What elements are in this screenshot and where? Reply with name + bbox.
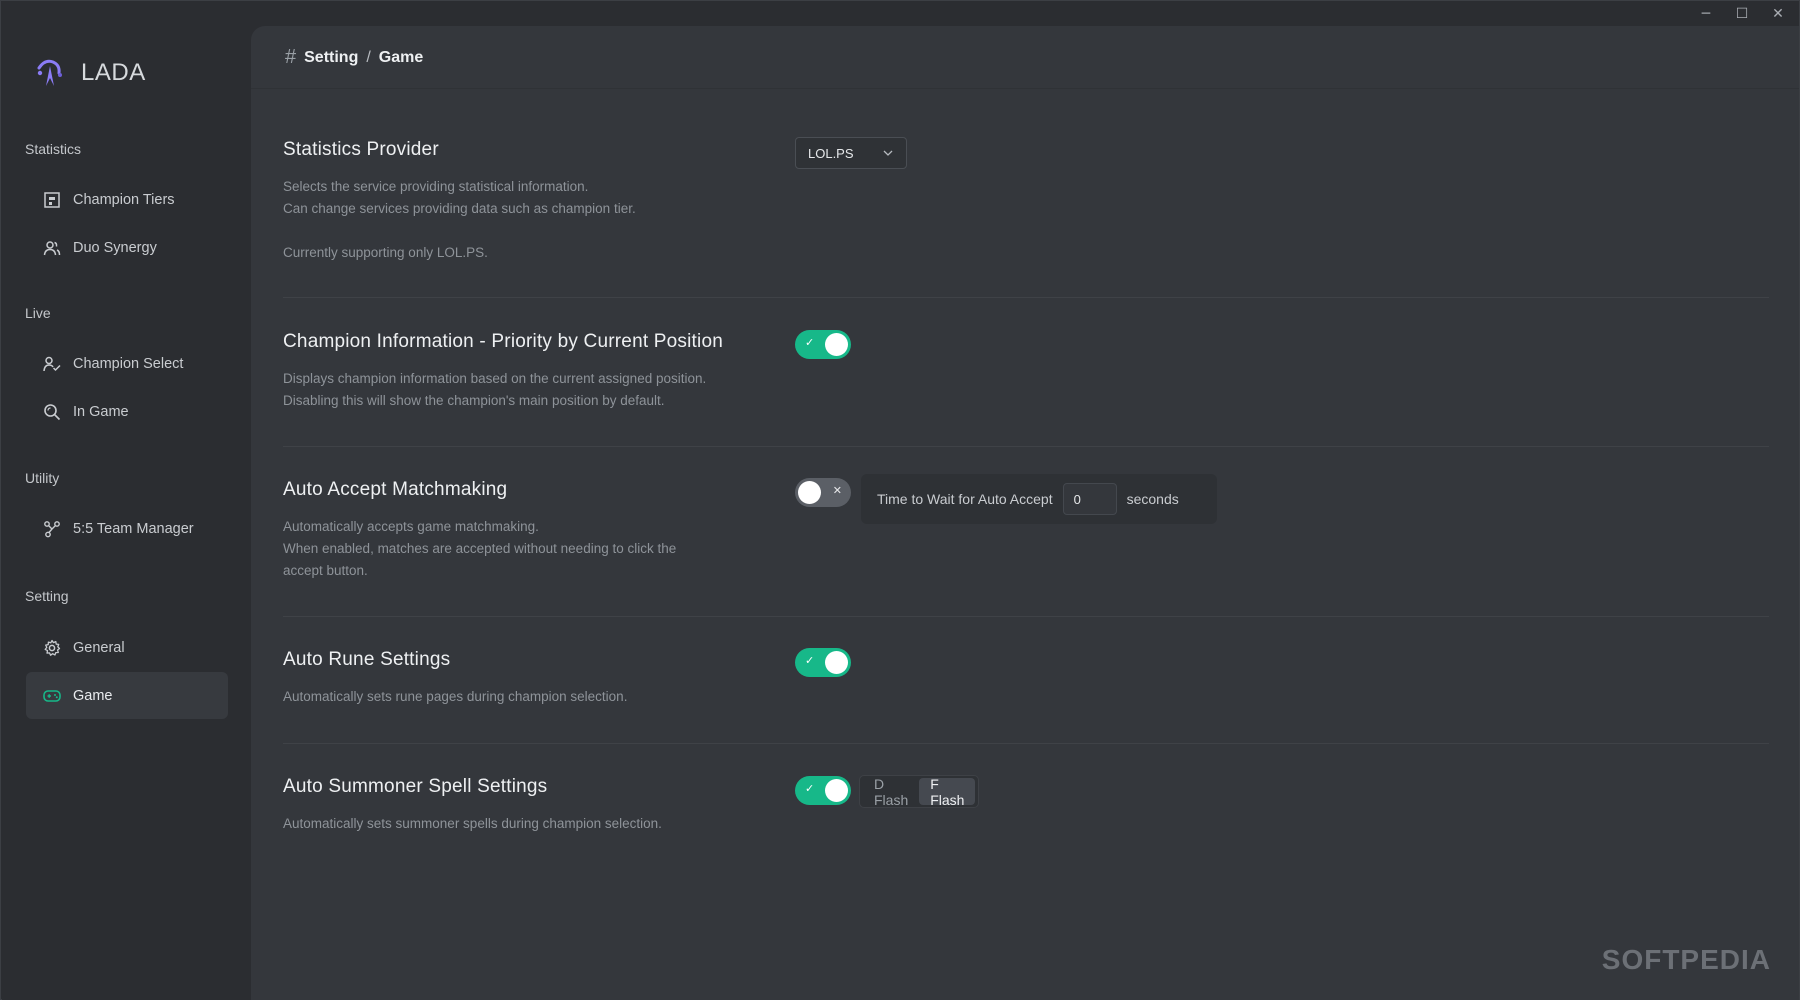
- tier-list-icon: [44, 191, 60, 208]
- setting-description: Currently supporting only LOL.PS.: [283, 245, 488, 260]
- sidebar-item-label: Duo Synergy: [73, 239, 157, 256]
- toggle-knob: [798, 481, 821, 504]
- app-name: LADA: [81, 59, 146, 86]
- section-divider: [283, 743, 1769, 744]
- app-window: ─ ☐ ✕ LADA Statistics Champion Tiers Duo…: [0, 0, 1800, 1000]
- setting-title: Auto Rune Settings: [283, 649, 451, 670]
- x-icon: ✕: [832, 484, 842, 497]
- spell-option-f-flash[interactable]: F Flash: [919, 776, 976, 808]
- sidebar-item-game[interactable]: Game: [26, 672, 228, 719]
- setting-description: accept button.: [283, 563, 368, 578]
- setting-description: When enabled, matches are accepted witho…: [283, 541, 677, 556]
- close-button[interactable]: ✕: [1763, 3, 1793, 25]
- setting-description: Automatically accepts game matchmaking.: [283, 519, 539, 534]
- check-icon: ✓: [805, 336, 815, 349]
- section-divider: [283, 616, 1769, 617]
- sidebar-item-label: Champion Tiers: [73, 191, 175, 208]
- toggle-knob: [825, 333, 848, 356]
- gamepad-icon: [43, 689, 61, 702]
- setting-title: Statistics Provider: [283, 139, 439, 160]
- header-divider: [251, 88, 1799, 89]
- setting-description: Displays champion information based on t…: [283, 371, 707, 386]
- toggle-knob: [825, 779, 848, 802]
- wait-unit: seconds: [1126, 491, 1179, 507]
- sidebar-item-champion-tiers[interactable]: Champion Tiers: [26, 176, 228, 223]
- section-label-utility: Utility: [25, 470, 60, 486]
- minimize-button[interactable]: ─: [1691, 3, 1721, 25]
- setting-title: Auto Accept Matchmaking: [283, 479, 508, 500]
- breadcrumb-current: Game: [378, 48, 424, 66]
- sidebar-item-label: Champion Select: [73, 355, 184, 372]
- section-label-statistics: Statistics: [25, 141, 82, 157]
- setting-title: Auto Summoner Spell Settings: [283, 776, 548, 797]
- auto-accept-wait-panel: Time to Wait for Auto Accept seconds: [861, 474, 1217, 524]
- lada-logo-icon: [37, 59, 62, 86]
- breadcrumb-parent[interactable]: Setting: [304, 49, 358, 67]
- toggle-knob: [825, 651, 848, 674]
- search-icon: [44, 403, 61, 420]
- maximize-button[interactable]: ☐: [1727, 3, 1757, 25]
- brand: LADA: [33, 56, 146, 90]
- users-icon: [43, 240, 61, 255]
- wait-seconds-input[interactable]: [1062, 483, 1117, 515]
- sidebar-item-in-game[interactable]: In Game: [26, 388, 228, 435]
- setting-description: Automatically sets summoner spells durin…: [283, 816, 662, 831]
- provider-select[interactable]: LOL.PS: [795, 137, 907, 169]
- auto-accept-toggle[interactable]: ✕: [795, 478, 851, 507]
- section-label-setting: Setting: [25, 588, 69, 604]
- sidebar: LADA Statistics Champion Tiers Duo Syner…: [2, 2, 251, 1000]
- check-icon: ✓: [805, 654, 815, 667]
- breadcrumb-separator: /: [366, 48, 371, 66]
- sidebar-item-general[interactable]: General: [26, 624, 228, 671]
- sidebar-item-champion-select[interactable]: Champion Select: [26, 340, 228, 387]
- auto-rune-toggle[interactable]: ✓: [795, 648, 851, 677]
- user-check-icon: [43, 356, 61, 371]
- setting-description: Can change services providing data such …: [283, 201, 636, 216]
- softpedia-watermark: SOFTPEDIA: [1601, 944, 1771, 975]
- setting-description: Selects the service providing statistica…: [283, 179, 589, 194]
- wait-label: Time to Wait for Auto Accept: [877, 491, 1053, 507]
- breadcrumb: # Setting / Game: [285, 46, 423, 69]
- sidebar-item-label: In Game: [73, 403, 129, 420]
- section-divider: [283, 446, 1769, 447]
- sidebar-item-duo-synergy[interactable]: Duo Synergy: [26, 224, 228, 271]
- section-divider: [283, 297, 1769, 298]
- sidebar-item-label: Game: [73, 687, 113, 704]
- network-icon: [44, 520, 60, 537]
- setting-description: Automatically sets rune pages during cha…: [283, 689, 628, 704]
- main-panel: # Setting / Game Statistics Provider Sel…: [251, 26, 1799, 1000]
- window-controls: ─ ☐ ✕: [1691, 3, 1793, 25]
- setting-title: Champion Information - Priority by Curre…: [283, 331, 723, 352]
- section-label-live: Live: [25, 305, 51, 321]
- sidebar-item-label: 5:5 Team Manager: [73, 520, 194, 537]
- auto-spell-toggle[interactable]: ✓: [795, 776, 851, 805]
- position-priority-toggle[interactable]: ✓: [795, 330, 851, 359]
- sidebar-item-team-manager[interactable]: 5:5 Team Manager: [26, 505, 228, 552]
- setting-description: Disabling this will show the champion's …: [283, 393, 665, 408]
- chevron-down-icon: [883, 150, 893, 156]
- gear-icon: [44, 639, 61, 656]
- flash-key-selector: D Flash F Flash: [859, 775, 980, 808]
- hash-icon: #: [285, 46, 297, 68]
- sidebar-item-label: General: [73, 639, 125, 656]
- provider-select-value: LOL.PS: [808, 145, 854, 161]
- spell-option-d-flash[interactable]: D Flash: [863, 776, 919, 808]
- check-icon: ✓: [805, 782, 815, 795]
